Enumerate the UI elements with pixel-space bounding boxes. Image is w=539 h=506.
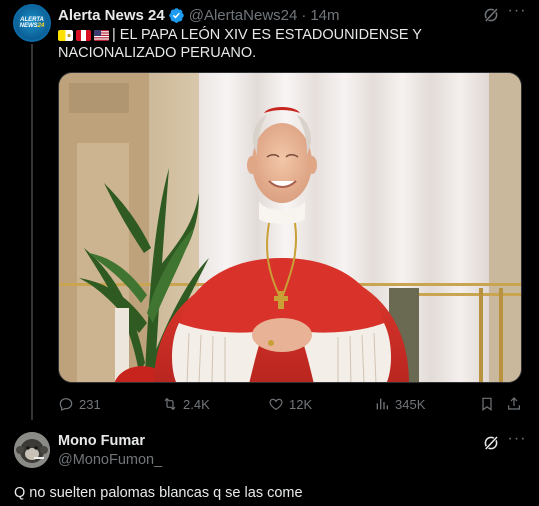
views-count: 345K	[395, 396, 426, 412]
author-handle[interactable]: @AlertaNews24	[189, 7, 298, 24]
like-button[interactable]: 12K	[268, 394, 312, 414]
share-icon	[508, 397, 520, 410]
photo-illustration	[59, 73, 521, 382]
avatar-text-line2: NEWS24	[19, 22, 45, 29]
post-actions: 231 2.4K 12K 345K	[58, 394, 528, 414]
author-avatar[interactable]: ALERTA NEWS24	[13, 4, 51, 42]
reply-button[interactable]: 231	[58, 394, 101, 414]
verified-badge-icon	[168, 7, 184, 23]
bookmark-icon	[482, 397, 492, 411]
post-timestamp[interactable]: 14m	[310, 7, 339, 24]
repost-icon	[164, 397, 176, 411]
reply-count: 231	[79, 396, 101, 412]
grok-icon[interactable]	[482, 6, 500, 24]
post-photo[interactable]	[58, 72, 522, 383]
repost-button[interactable]: 2.4K	[162, 394, 210, 414]
reply-text: Q no suelten palomas blancas q se las co…	[14, 485, 303, 501]
thread-connector-line	[31, 44, 33, 420]
reply-author-avatar[interactable]	[14, 432, 50, 468]
bookmark-button[interactable]	[479, 394, 495, 414]
post-text-body: | EL PAPA LEÓN XIV ES ESTADOUNIDENSE Y N…	[58, 27, 422, 61]
usa-flag-icon	[94, 30, 109, 41]
reply-author-name[interactable]: Mono Fumar	[58, 433, 145, 449]
post-header: Alerta News 24 @AlertaNews24 · 14m	[58, 5, 340, 25]
monkey-avatar-illustration	[14, 432, 50, 468]
flags-group	[58, 30, 109, 41]
like-count: 12K	[289, 396, 313, 412]
grok-icon[interactable]	[482, 434, 500, 452]
repost-count: 2.4K	[183, 396, 210, 412]
vatican-flag-icon	[58, 30, 73, 41]
peru-flag-icon	[76, 30, 91, 41]
more-options-button[interactable]: ···	[507, 2, 527, 22]
post-text: | EL PAPA LEÓN XIV ES ESTADOUNIDENSE Y N…	[58, 26, 528, 62]
author-name[interactable]: Alerta News 24	[58, 7, 165, 24]
heart-icon	[269, 398, 283, 411]
reply-more-options-button[interactable]: ···	[507, 430, 527, 450]
reply-icon	[59, 398, 73, 411]
reply-author-handle[interactable]: @MonoFumon_	[58, 452, 162, 468]
header-separator: ·	[301, 6, 307, 24]
share-button[interactable]	[506, 394, 522, 414]
views-chart-icon	[376, 398, 388, 410]
views-button[interactable]: 345K	[374, 394, 425, 414]
